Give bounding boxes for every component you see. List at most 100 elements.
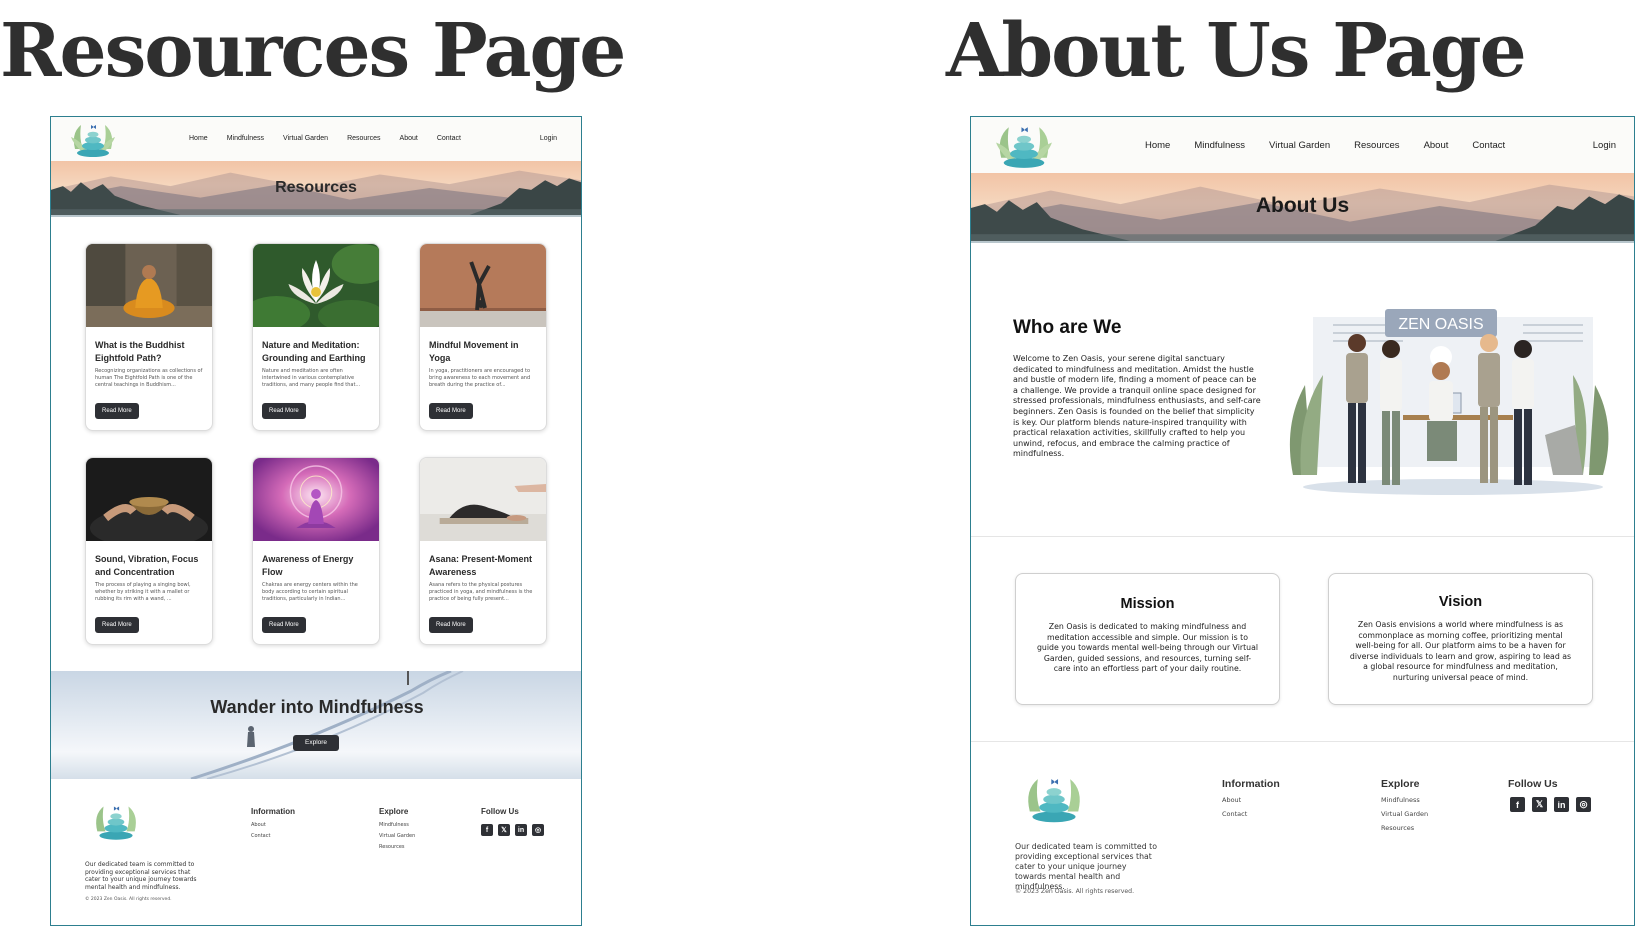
footer-link-about[interactable]: About: [251, 822, 266, 828]
nav-mindfulness[interactable]: Mindfulness: [1194, 140, 1245, 151]
footer-logo[interactable]: [1019, 770, 1089, 826]
card-title: Nature and Meditation: Grounding and Ear…: [262, 340, 366, 363]
footer-explore-heading: Explore: [1381, 778, 1420, 790]
resources-hero-banner: Resources: [51, 161, 581, 217]
nav-home[interactable]: Home: [189, 135, 208, 142]
login-link[interactable]: Login: [540, 135, 557, 142]
footer: Our dedicated team is committed to provi…: [971, 741, 1634, 925]
nav-virtual-garden[interactable]: Virtual Garden: [1269, 140, 1330, 151]
linkedin-icon[interactable]: in: [515, 824, 527, 836]
footer-description: Our dedicated team is committed to provi…: [85, 861, 197, 891]
wander-banner: Wander into Mindfulness Explore: [51, 671, 581, 779]
footer: Our dedicated team is committed to provi…: [51, 779, 581, 925]
footer-link-virtual-garden[interactable]: Virtual Garden: [1381, 810, 1428, 818]
footer-description: Our dedicated team is committed to provi…: [1015, 842, 1157, 891]
read-more-button[interactable]: Read More: [429, 403, 473, 419]
copyright-text: © 2023 Zen Oasis. All rights reserved.: [1015, 888, 1135, 895]
explore-button[interactable]: Explore: [293, 735, 340, 751]
card-description: Asana refers to the physical postures pr…: [429, 582, 533, 602]
section-divider: [971, 536, 1634, 537]
card-description: In yoga, practitioners are encouraged to…: [429, 368, 531, 388]
card-title: Awareness of Energy Flow: [262, 554, 354, 577]
footer-link-mindfulness[interactable]: Mindfulness: [379, 822, 409, 828]
navbar: Home Mindfulness Virtual Garden Resource…: [51, 117, 581, 161]
card-title: Sound, Vibration, Focus and Concentratio…: [95, 554, 199, 577]
footer-link-about[interactable]: About: [1222, 796, 1241, 804]
nav-about[interactable]: About: [1424, 140, 1449, 151]
card-title: Asana: Present-Moment Awareness: [429, 554, 533, 577]
footer-information-heading: Information: [1222, 778, 1280, 790]
about-page-heading: About Us Page: [946, 8, 1527, 94]
resource-card[interactable]: Nature and Meditation: Grounding and Ear…: [252, 243, 380, 431]
who-are-we-text: Welcome to Zen Oasis, your serene digita…: [1013, 354, 1261, 459]
snow-path-image: [190, 671, 464, 779]
resource-card[interactable]: Awareness of Energy Flow Chakras are ene…: [252, 457, 380, 645]
card-description: Nature and meditation are often intertwi…: [262, 368, 361, 388]
monk-meditating-image: [86, 244, 212, 327]
footer-link-mindfulness[interactable]: Mindfulness: [1381, 796, 1420, 804]
mission-card: Mission Zen Oasis is dedicated to making…: [1015, 573, 1280, 705]
read-more-button[interactable]: Read More: [262, 403, 306, 419]
about-hero-banner: About Us: [971, 173, 1634, 243]
footer-link-resources[interactable]: Resources: [379, 844, 405, 850]
child-pose-image: [420, 458, 546, 541]
resource-card[interactable]: Mindful Movement in Yoga In yoga, practi…: [419, 243, 547, 431]
social-icons: f 𝕏 in ◎: [1510, 797, 1591, 812]
login-link[interactable]: Login: [1593, 140, 1616, 151]
lotus-flower-image: [253, 244, 379, 332]
facebook-icon[interactable]: f: [481, 824, 493, 836]
instagram-icon[interactable]: ◎: [1576, 797, 1591, 812]
chakra-meditation-image: [253, 458, 379, 541]
copyright-text: © 2023 Zen Oasis. All rights reserved.: [85, 897, 172, 902]
zen-oasis-sign: ZEN OASIS: [1398, 316, 1483, 333]
resource-card[interactable]: Asana: Present-Moment Awareness Asana re…: [419, 457, 547, 645]
who-are-we-section: Who are We Welcome to Zen Oasis, your se…: [971, 243, 1634, 537]
team-illustration: ZEN OASIS: [1289, 309, 1609, 495]
footer-follow-heading: Follow Us: [481, 807, 519, 816]
nav-links: Home Mindfulness Virtual Garden Resource…: [189, 135, 461, 142]
footer-explore-heading: Explore: [379, 807, 409, 816]
footer-information-heading: Information: [251, 807, 295, 816]
card-title: What is the Buddhist Eightfold Path?: [95, 340, 185, 363]
nav-home[interactable]: Home: [1145, 140, 1170, 151]
x-icon[interactable]: 𝕏: [498, 824, 510, 836]
yoga-headstand-image: [420, 244, 546, 327]
facebook-icon[interactable]: f: [1510, 797, 1525, 812]
resources-hero-title: Resources: [275, 179, 357, 196]
zen-oasis-logo[interactable]: [67, 119, 119, 159]
resource-cards-grid: What is the Buddhist Eightfold Path? Rec…: [85, 243, 547, 645]
card-description: Chakras are energy centers within the bo…: [262, 582, 358, 602]
nav-resources[interactable]: Resources: [347, 135, 380, 142]
read-more-button[interactable]: Read More: [262, 617, 306, 633]
nav-contact[interactable]: Contact: [437, 135, 461, 142]
footer-logo[interactable]: [89, 799, 143, 843]
read-more-button[interactable]: Read More: [95, 617, 139, 633]
footer-follow-heading: Follow Us: [1508, 778, 1558, 790]
about-hero-title: About Us: [1255, 194, 1350, 217]
resource-card[interactable]: What is the Buddhist Eightfold Path? Rec…: [85, 243, 213, 431]
footer-link-contact[interactable]: Contact: [1222, 810, 1247, 818]
who-are-we-title: Who are We: [1013, 317, 1122, 338]
nav-about[interactable]: About: [400, 135, 418, 142]
nav-virtual-garden[interactable]: Virtual Garden: [283, 135, 328, 142]
footer-link-contact[interactable]: Contact: [251, 833, 270, 839]
resources-page-heading: Resources Page: [0, 8, 626, 94]
footer-link-resources[interactable]: Resources: [1381, 824, 1414, 832]
card-description: Recognizing organizations as collections…: [95, 368, 203, 388]
read-more-button[interactable]: Read More: [429, 617, 473, 633]
nav-contact[interactable]: Contact: [1472, 140, 1505, 151]
zen-oasis-logo[interactable]: [991, 119, 1057, 171]
nav-mindfulness[interactable]: Mindfulness: [227, 135, 264, 142]
card-title: Mindful Movement in Yoga: [429, 340, 519, 363]
wander-title: Wander into Mindfulness: [210, 697, 424, 717]
nav-resources[interactable]: Resources: [1354, 140, 1399, 151]
x-icon[interactable]: 𝕏: [1532, 797, 1547, 812]
navbar: Home Mindfulness Virtual Garden Resource…: [971, 117, 1634, 173]
linkedin-icon[interactable]: in: [1554, 797, 1569, 812]
resource-card[interactable]: Sound, Vibration, Focus and Concentratio…: [85, 457, 213, 645]
card-description: The process of playing a singing bowl, w…: [95, 582, 191, 602]
instagram-icon[interactable]: ◎: [532, 824, 544, 836]
read-more-button[interactable]: Read More: [95, 403, 139, 419]
vision-title: Vision: [1438, 594, 1483, 610]
footer-link-virtual-garden[interactable]: Virtual Garden: [379, 833, 415, 839]
